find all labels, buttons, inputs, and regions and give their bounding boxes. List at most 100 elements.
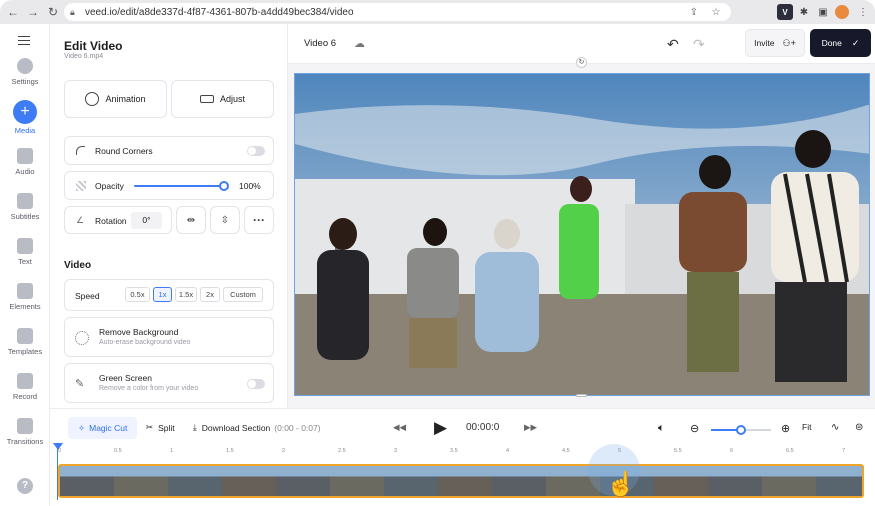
cloud-save-icon: ☁︎ (354, 38, 365, 50)
invite-button[interactable]: Invite ⚇+ (745, 29, 805, 57)
skip-back-icon[interactable]: ◀◀ (393, 422, 406, 433)
skip-forward-icon[interactable]: ▶▶ (524, 422, 537, 433)
animation-button[interactable]: Animation (64, 80, 167, 118)
zoom-in-icon[interactable]: ⊕ (781, 422, 790, 435)
clip-thumbnail (384, 466, 440, 496)
round-corners-icon (76, 146, 85, 155)
speed-label: Speed (75, 291, 100, 301)
address-bar[interactable]: 🔒︎ veed.io/edit/a8de337d-4f87-4361-807b-… (64, 3, 731, 21)
adjust-label: Adjust (219, 94, 245, 104)
rail-item-transitions[interactable]: Transitions (0, 418, 50, 446)
ruler-tick-label: 7 (842, 448, 846, 454)
remove-background-icon (75, 331, 89, 345)
rail-item-media[interactable]: + Media (0, 100, 50, 135)
ruler-tick-label: 3.5 (450, 448, 458, 454)
opacity-value: 100% (239, 181, 261, 191)
share-icon[interactable]: ⇪ (687, 5, 701, 19)
more-options-button[interactable]: ··· (244, 206, 274, 234)
avatar[interactable] (835, 5, 849, 19)
browser-menu-icon[interactable]: ⋮ (855, 4, 871, 20)
bookmark-star-icon[interactable]: ☆ (709, 5, 723, 19)
download-section-button[interactable]: ⤓ Download Section (0:00 - 0:07) (193, 422, 321, 433)
play-icon[interactable]: ▶ (434, 418, 447, 438)
volume-icon[interactable]: 🔈︎ (658, 422, 665, 435)
hamburger-menu-icon[interactable] (18, 36, 30, 45)
flip-vertical-button[interactable]: ⇳ (210, 206, 240, 234)
clip-thumbnail (762, 466, 818, 496)
magic-cut-button[interactable]: ✧ Magic Cut (68, 417, 138, 439)
puzzle-extensions-icon[interactable]: ✱ (796, 4, 812, 20)
green-screen-desc: Remove a color from your video (99, 385, 199, 392)
speed-option-1-5x[interactable]: 1.5x (175, 287, 197, 302)
waveform-icon[interactable]: ∿ (831, 422, 839, 433)
rail-item-record[interactable]: Record (0, 373, 50, 401)
timeline-settings-icon[interactable]: ⊜ (855, 422, 863, 433)
forward-icon[interactable]: → (24, 3, 42, 21)
settings-icon (17, 58, 33, 74)
video-frame-image (295, 74, 869, 395)
animation-icon (85, 92, 100, 106)
ruler-tick-label: 2 (282, 448, 286, 454)
split-label: Split (158, 422, 175, 433)
video-section-title: Video (64, 260, 92, 271)
undo-icon[interactable]: ↶ (667, 36, 679, 53)
remove-background-option[interactable]: Remove Background Auto-erase background … (64, 317, 274, 357)
clip-thumbnail (168, 466, 224, 496)
opacity-slider[interactable] (134, 172, 229, 199)
rotate-handle-icon[interactable]: ↻ (576, 57, 587, 68)
rotation-label: Rotation (95, 216, 127, 226)
ruler-tick-label: 1 (170, 448, 174, 454)
back-icon[interactable]: ← (4, 3, 22, 21)
reload-icon[interactable]: ↻ (44, 3, 62, 21)
add-user-icon: ⚇+ (782, 37, 796, 48)
project-name[interactable]: Video 6 (304, 38, 336, 49)
clip-thumbnail (438, 466, 494, 496)
bottom-resize-handle[interactable] (576, 394, 587, 397)
help-icon[interactable]: ? (17, 478, 33, 494)
done-label: Done (821, 38, 842, 48)
rail-item-settings[interactable]: Settings (0, 58, 50, 86)
round-corners-toggle[interactable] (247, 146, 265, 156)
timecode: 00:00:0 (466, 422, 500, 433)
eyedropper-icon: ✎ (75, 378, 85, 390)
plus-icon: + (13, 100, 37, 124)
zoom-slider[interactable] (711, 425, 771, 435)
clip-thumbnail (276, 466, 332, 496)
redo-icon[interactable]: ↷ (693, 36, 705, 53)
opacity-slider-handle[interactable] (219, 181, 229, 191)
download-icon: ⤓ (193, 422, 197, 432)
fit-button[interactable]: Fit (802, 422, 811, 432)
transitions-icon (17, 418, 33, 434)
elements-icon (17, 283, 33, 299)
split-button[interactable]: ✂ Split (146, 422, 175, 433)
flip-horizontal-button[interactable]: ⇹ (176, 206, 206, 234)
video-preview[interactable] (294, 73, 870, 396)
opacity-icon (76, 181, 86, 191)
sidebar-toggle-icon[interactable]: ▣ (815, 4, 831, 20)
browser-chrome: ← → ↻ 🔒︎ veed.io/edit/a8de337d-4f87-4361… (0, 0, 875, 24)
speed-option-custom[interactable]: Custom (223, 287, 263, 302)
zoom-slider-handle[interactable] (736, 425, 746, 435)
magic-cut-label: Magic Cut (89, 423, 128, 433)
rail-item-elements[interactable]: Elements (0, 283, 50, 311)
ruler-tick-label: 3 (394, 448, 398, 454)
veed-extension-icon[interactable]: V (777, 4, 793, 20)
video-track-clip[interactable] (58, 464, 864, 498)
speed-option-2x[interactable]: 2x (200, 287, 220, 302)
green-screen-toggle[interactable] (247, 379, 265, 389)
zoom-out-icon[interactable]: ⊖ (690, 422, 699, 435)
rotation-input[interactable]: 0° (131, 212, 162, 229)
rail-item-audio[interactable]: Audio (0, 148, 50, 176)
rail-item-subtitles[interactable]: Subtitles (0, 193, 50, 221)
text-icon (17, 238, 33, 254)
speed-option-1x[interactable]: 1x (153, 287, 172, 302)
rail-item-text[interactable]: Text (0, 238, 50, 266)
done-button[interactable]: Done ✓ (810, 29, 871, 57)
templates-icon (17, 328, 33, 344)
speed-option-0-5x[interactable]: 0.5x (125, 287, 150, 302)
rail-label: Elements (9, 302, 41, 311)
playhead-marker[interactable] (53, 443, 63, 450)
ruler-tick-label: 1.5 (226, 448, 234, 454)
adjust-button[interactable]: Adjust (171, 80, 274, 118)
rail-item-templates[interactable]: Templates (0, 328, 50, 356)
